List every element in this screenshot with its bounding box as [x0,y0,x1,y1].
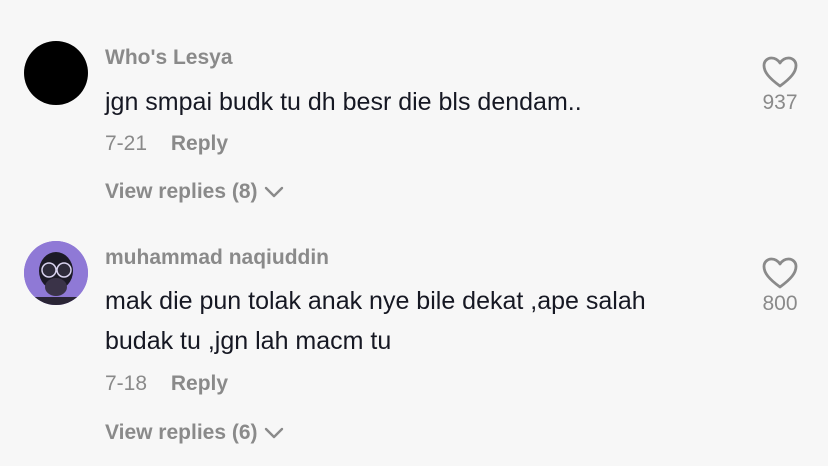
comment-username[interactable]: muhammad naqiuddin [105,246,329,270]
view-replies-button[interactable]: View replies (8) [105,180,284,204]
comment-username[interactable]: Who's Lesya [105,46,233,70]
comment-text: jgn smpai budk tu dh besr die bls dendam… [105,88,582,116]
view-replies-label: View replies (8) [105,180,258,203]
like-control[interactable]: 800 [752,256,808,316]
comment-date: 7-21 [105,132,148,155]
like-count: 937 [762,91,798,114]
chevron-down-icon [264,427,283,439]
like-control[interactable]: 937 [752,55,808,115]
comments-panel: Who's Lesya jgn smpai budk tu dh besr di… [0,0,828,466]
chevron-down-icon [264,186,283,198]
comment-meta: 7-21 Reply [105,132,228,156]
view-replies-button[interactable]: View replies (6) [105,421,284,445]
avatar[interactable] [24,241,88,305]
heart-outline-icon[interactable] [761,55,799,89]
comment-text: mak die pun tolak anak nye bile dekat ,a… [105,287,646,355]
avatar[interactable] [24,41,88,105]
comment-date: 7-18 [105,372,148,395]
avatar-image [24,241,88,305]
view-replies-label: View replies (6) [105,421,258,444]
reply-button[interactable]: Reply [171,372,228,395]
comment-meta: 7-18 Reply [105,372,228,396]
like-count: 800 [762,292,798,315]
reply-button[interactable]: Reply [171,132,228,155]
heart-outline-icon[interactable] [761,256,799,290]
